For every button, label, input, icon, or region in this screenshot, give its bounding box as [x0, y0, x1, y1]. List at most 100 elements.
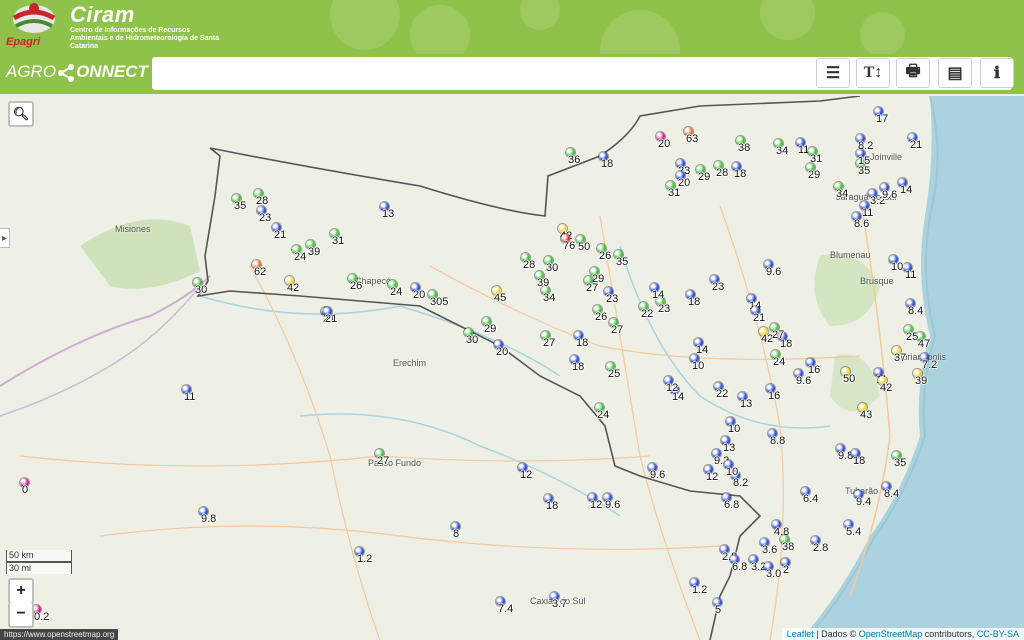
list-view-button[interactable]: ☰ [816, 58, 850, 88]
zoom-out-button[interactable]: − [8, 602, 34, 628]
scale-km: 50 km [6, 550, 72, 562]
place-label: Erechim [393, 358, 427, 368]
zoom-in-button[interactable]: + [8, 578, 34, 604]
station-value-label: 36 [568, 154, 581, 166]
station-value-label: 27 [543, 337, 556, 349]
station-value-label: 37 [894, 352, 907, 364]
station-value-label: 8 [453, 528, 460, 540]
station-value-label: 27 [377, 455, 390, 467]
station-value-label: 9.6 [650, 469, 666, 481]
station-value-label: 35 [894, 457, 907, 469]
station-value-label: 14 [900, 184, 913, 196]
station-value-label: 1.2 [357, 553, 373, 565]
basemap [0, 96, 1024, 640]
map-search-button[interactable]: 🔍︎ [8, 101, 34, 127]
news-button[interactable]: ▤ [938, 58, 972, 88]
station-value-label: 18 [734, 168, 747, 180]
station-value-label: 63 [686, 133, 699, 145]
brand-name: Ciram [70, 2, 135, 27]
side-panel-toggle[interactable]: ▸ [0, 228, 10, 248]
station-value-label: 30 [195, 284, 208, 296]
station-value-label: 9.6 [605, 499, 621, 511]
station-value-label: 30 [546, 262, 559, 274]
station-value-label: 18 [546, 500, 559, 512]
text-size-button[interactable]: T↕ [856, 58, 890, 88]
station-value-label: 1.2 [692, 584, 708, 596]
station-value-label: 21 [910, 139, 923, 151]
station-value-label: 43 [860, 409, 873, 421]
station-value-label: 10 [692, 360, 705, 372]
app-name-right: ONNECT [76, 62, 148, 81]
station-value-label: 20 [678, 177, 691, 189]
station-value-label: 24 [773, 356, 786, 368]
status-url: https://www.openstreetmap.org [0, 629, 119, 640]
station-value-label: 29 [808, 169, 821, 181]
station-value-label: 34 [836, 188, 849, 200]
station-value-label: 0 [22, 484, 29, 496]
info-icon: ℹ [993, 65, 1001, 82]
station-value-label: 7.4 [498, 603, 514, 615]
station-value-label: 8.4 [908, 305, 924, 317]
station-value-label: 305 [430, 296, 449, 308]
station-value-label: 22 [716, 388, 729, 400]
station-value-label: 38 [738, 142, 751, 154]
station-value-label: 28 [523, 259, 536, 271]
station-value-label: 18 [576, 337, 589, 349]
station-value-label: 38 [782, 541, 795, 553]
station-value-label: 10 [891, 261, 904, 273]
station-value-label: 11 [862, 207, 874, 219]
station-value-label: 12 [666, 382, 679, 394]
station-value-label: 39 [308, 246, 321, 258]
station-value-label: 8.6 [854, 218, 870, 230]
station-value-label: 16 [808, 364, 821, 376]
header-decoration [760, 0, 815, 40]
station-value-label: 29 [484, 323, 497, 335]
station-value-label: 8.2 [733, 477, 749, 489]
station-value-label: 11 [184, 391, 196, 403]
station-value-label: 14 [652, 289, 665, 301]
magnifier-icon: 🔍︎ [12, 106, 30, 121]
place-label: Passo Fundo [368, 458, 422, 468]
station-value-label: 50 [578, 241, 591, 253]
station-value-label: 2.8 [813, 542, 829, 554]
station-value-label: 31 [332, 235, 345, 247]
app-logo[interactable]: AGRO ONNECT [6, 62, 148, 82]
header-decoration [410, 5, 470, 54]
app-name-left: AGRO [6, 62, 57, 81]
station-value-label: 9.4 [856, 496, 872, 508]
station-value-label: 6.8 [732, 561, 748, 573]
station-value-label: 39 [537, 277, 550, 289]
leaflet-link[interactable]: Leaflet [787, 629, 814, 639]
station-value-label: 25 [906, 331, 919, 343]
station-value-label: 18 [572, 361, 585, 373]
map-scale: 50 km 30 mi [6, 550, 72, 574]
info-button[interactable]: ℹ [980, 58, 1014, 88]
station-value-label: 0.2 [34, 611, 50, 623]
station-value-label: 23 [658, 303, 671, 315]
station-value-label: 7.2 [922, 359, 938, 371]
station-value-label: 23 [606, 293, 619, 305]
station-value-label: 10 [728, 423, 741, 435]
station-value-label: 50 [843, 373, 856, 385]
station-value-label: 3.6 [762, 544, 778, 556]
attribution-text: | Dados © [813, 629, 859, 639]
station-value-label: 27 [586, 282, 599, 294]
map-view[interactable]: Misiones Erechim Passo Fundo Caxias do S… [0, 96, 1024, 640]
station-value-label: 27 [611, 324, 624, 336]
osm-link[interactable]: OpenStreetMap [859, 629, 923, 639]
station-value-label: 17 [876, 113, 889, 125]
station-value-label: 6.4 [803, 493, 819, 505]
station-value-label: 12 [520, 469, 533, 481]
station-value-label: 13 [740, 398, 753, 410]
station-value-label: 27 [772, 329, 785, 341]
station-value-label: 20 [496, 346, 509, 358]
station-value-label: 24 [294, 251, 307, 263]
license-link[interactable]: CC-BY-SA [977, 629, 1019, 639]
print-button[interactable]: 🖶 [896, 58, 930, 88]
station-value-label: 35 [616, 256, 629, 268]
place-label: Joinville [870, 152, 903, 162]
station-value-label: 15 [858, 155, 871, 167]
station-value-label: 47 [918, 338, 931, 350]
station-value-label: 26 [350, 280, 363, 292]
header-decoration [860, 12, 905, 54]
